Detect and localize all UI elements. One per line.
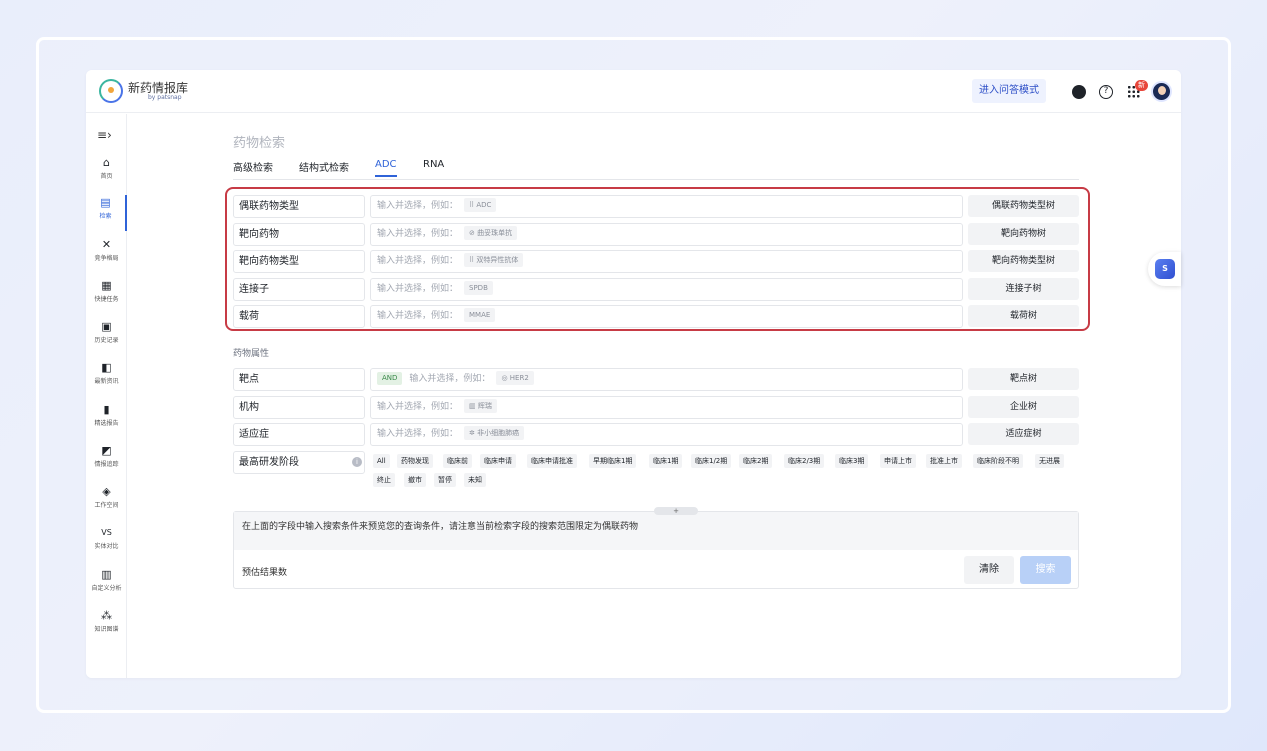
- example-text: 辉瑞: [477, 402, 492, 410]
- stage-option[interactable]: 批准上市: [926, 454, 962, 468]
- field-input[interactable]: 输入并选择，例如： ✲ 非小细胞肺癌: [370, 423, 963, 446]
- attr-row: 适应症 输入并选择，例如： ✲ 非小细胞肺癌 适应症树: [233, 423, 1079, 446]
- field-input[interactable]: 输入并选择，例如： ▥ 辉瑞: [370, 396, 963, 419]
- stage-option[interactable]: 药物发现: [397, 454, 433, 468]
- sidebar-item-reports[interactable]: ▮ 精选报告: [86, 402, 127, 438]
- workspace-icon: ◈: [102, 485, 111, 498]
- sidebar-item-history[interactable]: ▣ 历史记录: [86, 319, 127, 355]
- top-bar: 新药情报库 by patsnap 进入问答模式 ? 新: [86, 70, 1181, 113]
- field-label: 适应症: [233, 423, 365, 446]
- field-input[interactable]: AND 输入并选择，例如： ◎ HER2: [370, 368, 963, 391]
- sidebar-item-graph[interactable]: ⁂ 知识图谱: [86, 608, 127, 644]
- search-tabs: 高级检索 结构式检索 ADC RNA: [233, 156, 1079, 180]
- placeholder-text: 输入并选择，例如：: [409, 374, 491, 384]
- analysis-icon: ▥: [101, 568, 112, 581]
- info-icon[interactable]: i: [352, 457, 362, 467]
- clear-button[interactable]: 清除: [964, 556, 1014, 584]
- logo-icon[interactable]: [99, 79, 123, 103]
- tab-adc[interactable]: ADC: [375, 159, 397, 177]
- floating-assistant[interactable]: S: [1148, 252, 1181, 286]
- search-doc-icon: ▤: [100, 196, 111, 209]
- stage-option[interactable]: 临床1/2期: [691, 454, 732, 468]
- sidebar-item-analysis[interactable]: ▥ 自定义分析: [86, 567, 127, 603]
- stage-option[interactable]: 临床阶段不明: [973, 454, 1023, 468]
- tree-button[interactable]: 适应症树: [968, 423, 1079, 445]
- placeholder-text: 输入并选择，例如：: [377, 402, 459, 412]
- page-title: 药物检索: [233, 136, 286, 151]
- field-label: 机构: [233, 396, 365, 419]
- home-icon: ⌂: [103, 156, 110, 169]
- help-icon[interactable]: ?: [1099, 85, 1113, 99]
- search-button[interactable]: 搜索: [1020, 556, 1071, 584]
- sidebar-item-tasks[interactable]: ▦ 快捷任务: [86, 278, 127, 314]
- example-text: 非小细胞肺癌: [477, 429, 520, 437]
- example-text: HER2: [509, 374, 529, 382]
- stage-option[interactable]: 申请上市: [880, 454, 916, 468]
- sidebar-item-tracking[interactable]: ◩ 情报追踪: [86, 443, 127, 479]
- new-badge: 新: [1135, 80, 1148, 91]
- sidebar-item-workspace[interactable]: ◈ 工作空间: [86, 484, 127, 520]
- track-icon: ◩: [101, 444, 112, 457]
- avatar[interactable]: [1151, 81, 1172, 102]
- field-label: 靶点: [233, 368, 365, 391]
- stage-option[interactable]: 临床2期: [739, 454, 773, 468]
- stage-option[interactable]: 临床申请: [480, 454, 516, 468]
- stage-option[interactable]: 未知: [464, 473, 486, 487]
- stage-option[interactable]: All: [373, 454, 390, 468]
- stage-option[interactable]: 暂停: [434, 473, 456, 487]
- example-chip[interactable]: ✲ 非小细胞肺癌: [464, 426, 525, 440]
- sidebar-item-search[interactable]: ▤ 检索: [86, 195, 127, 231]
- stage-option[interactable]: 临床申请批准: [527, 454, 577, 468]
- tree-button[interactable]: 企业树: [968, 396, 1079, 418]
- sidebar: ≡› ⌂ 首页 ▤ 检索 ✕ 竞争格局 ▦ 快捷任务 ▣ 历史记录 ◧ 最新资讯 ▮ 精选报告…: [86, 114, 127, 678]
- cross-icon: ✕: [101, 238, 112, 251]
- estimate-label: 预估结果数: [242, 568, 288, 578]
- query-preview: 在上面的字段中输入搜索条件来预览您的查询条件，请注意当前检索字段的搜索范围限定为…: [233, 511, 1079, 589]
- stage-option[interactable]: 临床前: [443, 454, 472, 468]
- tab-advanced[interactable]: 高级检索: [233, 159, 273, 174]
- stage-option[interactable]: 撤市: [404, 473, 426, 487]
- vs-icon: VS: [101, 528, 112, 537]
- expand-handle[interactable]: +: [654, 507, 698, 515]
- attr-row: 机构 输入并选择，例如： ▥ 辉瑞 企业树: [233, 396, 1079, 419]
- brand-sub: by patsnap: [148, 94, 182, 101]
- stage-option[interactable]: 临床1期: [649, 454, 683, 468]
- preview-hint: 在上面的字段中输入搜索条件来预览您的查询条件，请注意当前检索字段的搜索范围限定为…: [234, 512, 1078, 550]
- sidebar-item-competition[interactable]: ✕ 竞争格局: [86, 237, 127, 273]
- stage-option[interactable]: 临床3期: [835, 454, 869, 468]
- task-icon: ▦: [101, 279, 112, 292]
- field-label: 最高研发阶段: [233, 451, 365, 474]
- news-icon: ◧: [101, 361, 112, 374]
- tab-structure[interactable]: 结构式检索: [299, 159, 349, 174]
- stage-option[interactable]: 无进展: [1035, 454, 1064, 468]
- attr-row: 靶点 AND 输入并选择，例如： ◎ HER2 靶点树: [233, 368, 1079, 391]
- stage-option[interactable]: 终止: [373, 473, 395, 487]
- section-title: 药物属性: [233, 349, 270, 359]
- sidebar-item-compare[interactable]: VS 实体对比: [86, 525, 127, 561]
- operator-badge[interactable]: AND: [377, 372, 403, 385]
- qa-mode-button[interactable]: 进入问答模式: [972, 79, 1046, 103]
- collapse-menu-icon[interactable]: ≡›: [97, 128, 112, 142]
- sidebar-item-home[interactable]: ⌂ 首页: [86, 155, 127, 191]
- sidebar-item-news[interactable]: ◧ 最新资讯: [86, 360, 127, 396]
- example-chip[interactable]: ◎ HER2: [496, 371, 534, 385]
- tree-button[interactable]: 靶点树: [968, 368, 1079, 390]
- history-icon: ▣: [101, 320, 112, 333]
- highlight-box: [225, 187, 1090, 331]
- stage-option[interactable]: 临床2/3期: [784, 454, 825, 468]
- report-icon: ▮: [103, 403, 110, 416]
- graph-icon: ⁂: [101, 609, 112, 622]
- link-icon[interactable]: [1072, 85, 1086, 99]
- example-chip[interactable]: ▥ 辉瑞: [464, 399, 497, 413]
- placeholder-text: 输入并选择，例如：: [377, 429, 459, 439]
- tab-rna[interactable]: RNA: [423, 159, 444, 170]
- stage-option[interactable]: 早期临床1期: [589, 454, 637, 468]
- assistant-icon: S: [1155, 259, 1175, 279]
